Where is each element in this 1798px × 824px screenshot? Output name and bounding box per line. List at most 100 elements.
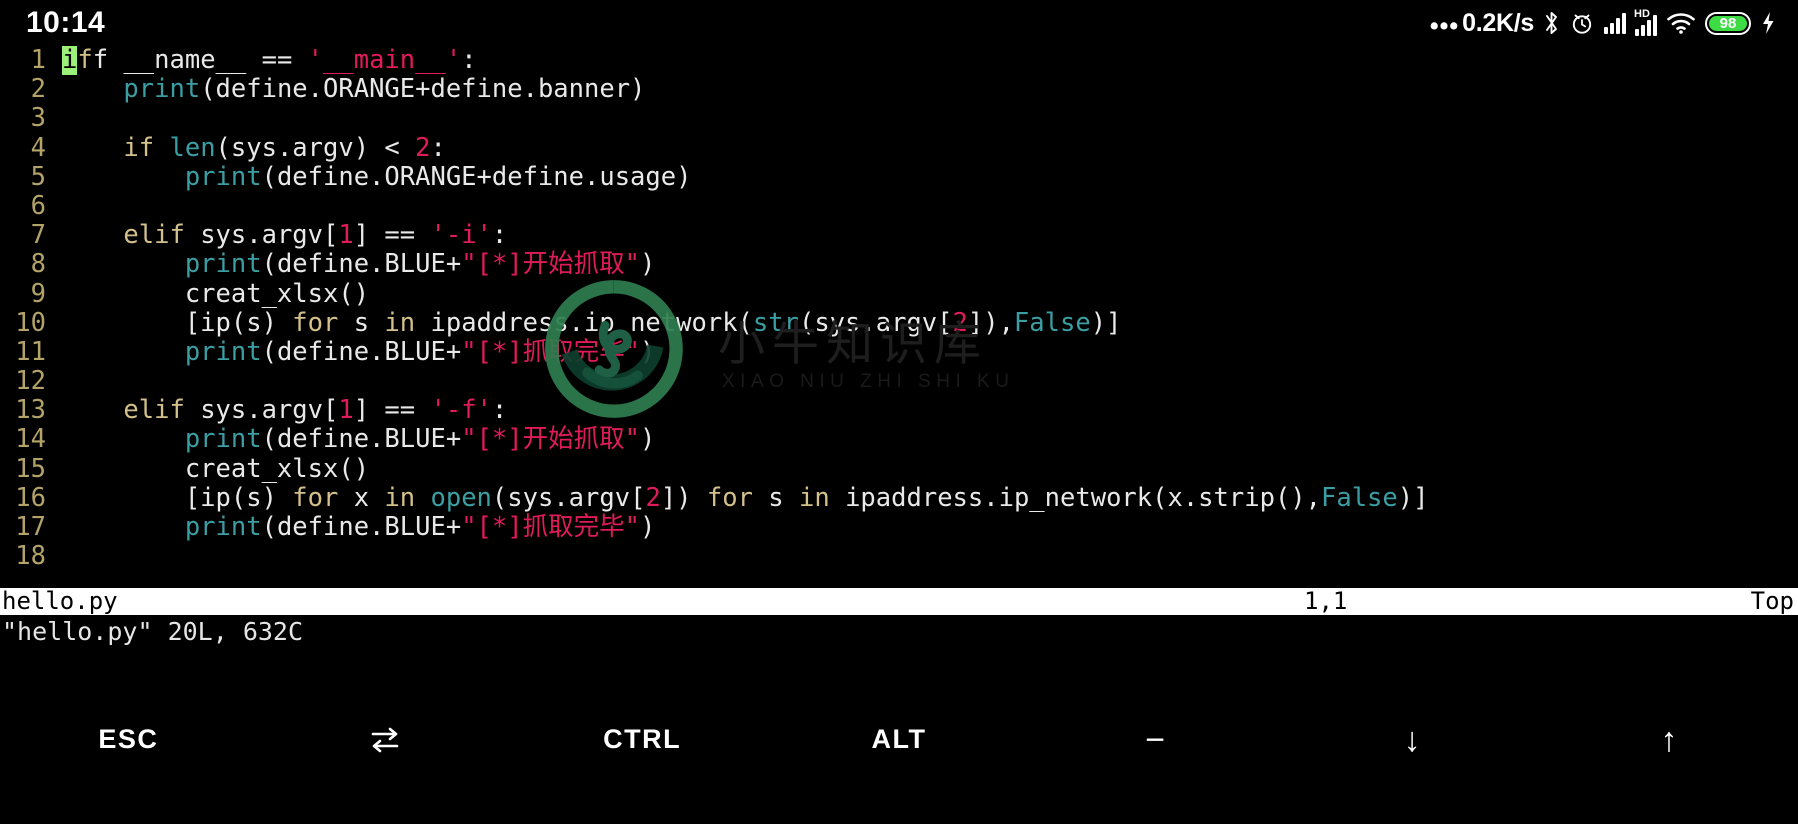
code-token: sys.argv[ (200, 220, 339, 251)
network-speed-indicator: ••• 0.2K/s (1430, 9, 1534, 40)
battery-percent-label: 98 (1719, 14, 1737, 32)
code-token: (define.ORANGE+define.banner) (200, 74, 646, 105)
code-token: (define.BLUE+ (261, 336, 462, 367)
alarm-icon (1569, 10, 1595, 36)
code-token: ]) (660, 482, 707, 513)
code-token: for (706, 482, 769, 513)
code-line: 13 elif sys.argv[1] == '-f': (0, 396, 1798, 425)
vim-command-message: "hello.py" 20L, 632C (2, 617, 304, 646)
code-token: s (768, 482, 800, 513)
code-token: in (799, 482, 846, 513)
code-token: 1 (338, 220, 354, 251)
code-token: ] == (353, 220, 431, 251)
key-label: ESC (98, 724, 159, 754)
line-number: 14 (15, 424, 46, 455)
line-number: 18 (15, 541, 46, 572)
key-arrow-up[interactable]: ↑ (1541, 655, 1798, 824)
code-token: print (184, 161, 262, 192)
key-minus[interactable]: − (1027, 655, 1284, 824)
code-line: 18 (0, 541, 1798, 572)
line-number: 3 (30, 103, 46, 134)
code-token: False (1013, 307, 1091, 338)
code-token: [ip(s) (62, 482, 293, 513)
terminal-extra-keys-bar[interactable]: ESC CTRL ALT − ↓ ↑ (0, 655, 1798, 824)
charging-icon (1760, 10, 1776, 36)
line-number: 8 (30, 249, 46, 280)
code-line: 14 print(define.BLUE+"[*]开始抓取") (0, 425, 1798, 454)
key-tab[interactable] (257, 655, 514, 824)
key-esc[interactable]: ESC (0, 655, 257, 824)
code-token: str (752, 307, 799, 338)
tab-icon (365, 720, 405, 760)
arrow-down-key: ↓ (1403, 720, 1422, 759)
code-token: elif (123, 220, 201, 251)
status-icons-group: ••• 0.2K/s HD 98 (1430, 8, 1776, 40)
code-token: elif (123, 395, 201, 426)
code-line: 6 (0, 191, 1798, 221)
line-number: 1 (30, 46, 46, 75)
key-ctrl[interactable]: CTRL (514, 655, 771, 824)
code-token: (define.BLUE+ (261, 249, 462, 280)
line-number: 2 (30, 74, 46, 105)
code-token: if (123, 132, 170, 163)
code-token: ]), (967, 307, 1014, 338)
key-alt[interactable]: ALT (771, 655, 1028, 824)
phone-screen: 10:14 ••• 0.2K/s HD 98 1 iff __name__ ==… (0, 0, 1798, 824)
code-token: [ip(s) (62, 307, 293, 338)
vim-editor-buffer[interactable]: 1 iff __name__ == '__main__': 2 print(defi… (0, 46, 1798, 588)
line-number: 15 (15, 453, 46, 484)
code-token: "[*]抓取完毕" (461, 336, 640, 367)
code-token: sys.argv[ (200, 395, 339, 426)
code-token: (define.BLUE+ (261, 424, 462, 455)
line-number: 9 (30, 278, 46, 309)
code-token: : (430, 132, 446, 163)
code-token: f (92, 46, 124, 75)
line-number: 11 (15, 336, 46, 367)
code-token: "[*]开始抓取" (461, 424, 640, 455)
line-number: 5 (30, 161, 46, 192)
code-token: (sys.argv[ (491, 482, 646, 513)
code-token: creat_xlsx() (62, 278, 370, 309)
code-token: : (461, 46, 477, 75)
line-number: 12 (15, 366, 46, 397)
code-token: print (184, 424, 262, 455)
signal-icon (1604, 12, 1626, 34)
line-number: 10 (15, 307, 46, 338)
key-label: ALT (871, 724, 927, 754)
code-token: (define.ORANGE+define.usage) (261, 161, 692, 192)
code-line: 12 (0, 366, 1798, 397)
line-number: 13 (15, 395, 46, 426)
line-number: 7 (30, 220, 46, 251)
code-token: '__main__' (307, 46, 462, 75)
code-token: for (292, 307, 354, 338)
line-number: 17 (15, 512, 46, 542)
code-line: 7 elif sys.argv[1] == '-i': (0, 220, 1798, 251)
hd-label: HD (1634, 8, 1650, 20)
code-token: 2 (952, 307, 968, 338)
key-arrow-down[interactable]: ↓ (1284, 655, 1541, 824)
code-token: __name__ == (123, 46, 308, 75)
code-token: "[*]抓取完毕" (461, 512, 640, 542)
vim-status-line: hello.py 1,1 Top (0, 588, 1798, 615)
code-token: in (384, 307, 431, 338)
status-clock: 10:14 (26, 6, 106, 39)
code-token: 2 (645, 482, 661, 513)
code-token: False (1321, 482, 1398, 513)
vim-status-position: 1,1 (1304, 587, 1348, 615)
battery-icon: 98 (1705, 11, 1751, 35)
code-token: ) (639, 424, 656, 455)
code-token: 2 (415, 132, 431, 163)
code-token: in (384, 482, 431, 513)
code-token: ipaddress.ip_network(x.strip(), (845, 482, 1321, 513)
code-line: 8 print(define.BLUE+"[*]开始抓取") (0, 250, 1798, 279)
code-token: open (430, 482, 492, 513)
line-number: 4 (30, 132, 46, 163)
code-token: ) (639, 249, 656, 280)
code-token: ipaddress.ip_network( (430, 307, 753, 338)
code-token: "[*]开始抓取" (461, 249, 640, 280)
